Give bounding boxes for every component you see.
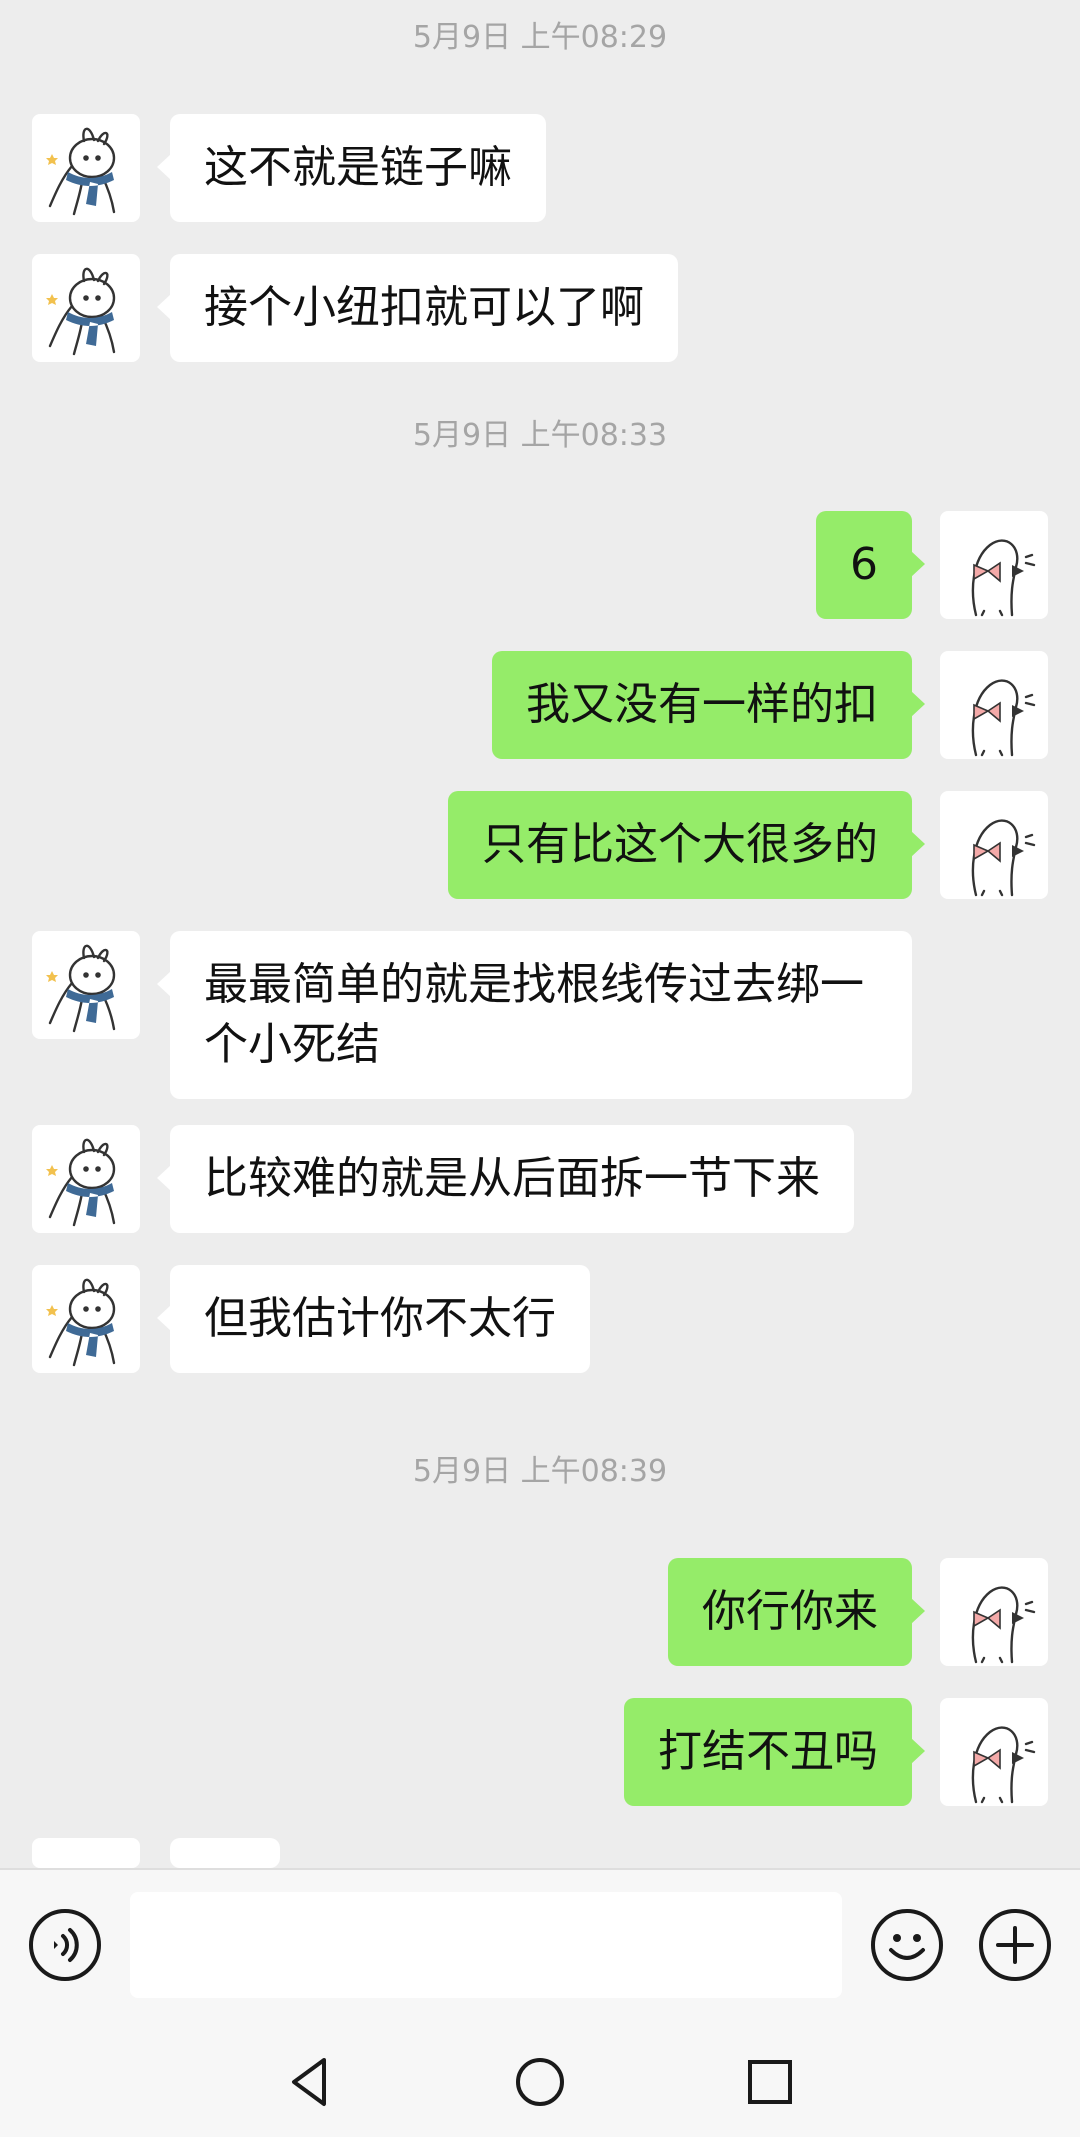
self-avatar[interactable] (940, 651, 1048, 759)
message-bubble-incoming[interactable]: 最最简单的就是找根线传过去绑一 个小死结 (157, 931, 912, 1099)
input-bar (0, 1868, 1080, 2030)
duck-bow-icon (971, 539, 1036, 617)
timestamp: 5月9日 上午08:29 (412, 20, 668, 55)
duck-bow-icon (971, 679, 1036, 757)
message-bubble-outgoing[interactable]: 你行你来 (668, 1558, 925, 1666)
message-bubble-incoming[interactable]: 接个小纽扣就可以了啊 (157, 254, 678, 362)
system-nav-bar (0, 2030, 1080, 2137)
self-avatar[interactable] (940, 1558, 1048, 1666)
bunny-scarf-icon (46, 944, 116, 1033)
message-bubble-outgoing[interactable]: 打结不丑吗 (624, 1698, 925, 1806)
home-button[interactable] (508, 2050, 572, 2114)
message-bubble-incoming[interactable]: 比较难的就是从后面拆一节下来 (157, 1125, 854, 1233)
self-avatar[interactable] (940, 1698, 1048, 1806)
message-bubble-outgoing[interactable]: 我又没有一样的扣 (492, 651, 925, 759)
contact-avatar[interactable] (32, 931, 140, 1039)
recents-button[interactable] (738, 2050, 802, 2114)
contact-avatar[interactable] (32, 254, 140, 362)
emoji-icon (871, 1909, 943, 1981)
contact-avatar[interactable] (32, 1838, 140, 1868)
duck-bow-icon (971, 1586, 1036, 1664)
duck-bow-icon (971, 1726, 1036, 1804)
bunny-scarf-icon (46, 127, 116, 216)
voice-button[interactable] (28, 1908, 102, 1982)
bunny-scarf-icon (46, 267, 116, 356)
recents-square-icon (748, 2060, 792, 2104)
self-avatar[interactable] (940, 791, 1048, 899)
message-bubble-incoming-partial[interactable] (170, 1838, 280, 1868)
timestamp: 5月9日 上午08:33 (412, 418, 668, 453)
message-bubble-incoming[interactable]: 但我估计你不太行 (157, 1265, 590, 1373)
contact-avatar[interactable] (32, 1265, 140, 1373)
voice-icon (29, 1909, 101, 1981)
timestamp: 5月9日 上午08:39 (412, 1454, 668, 1489)
emoji-button[interactable] (870, 1908, 944, 1982)
chat-area[interactable]: 5月9日 上午08:29 这不就是链子嘛 接个小纽扣就可以了啊 5月9日 上午0… (0, 0, 1080, 1868)
home-circle-icon (516, 2058, 564, 2106)
bunny-scarf-icon (46, 1278, 116, 1367)
back-button[interactable] (278, 2050, 342, 2114)
plus-icon (979, 1909, 1051, 1981)
message-bubble-incoming[interactable]: 这不就是链子嘛 (157, 114, 546, 222)
contact-avatar[interactable] (32, 114, 140, 222)
duck-bow-icon (971, 819, 1036, 897)
back-triangle-icon (292, 2058, 326, 2106)
contact-avatar[interactable] (32, 1125, 140, 1233)
message-bubble-outgoing[interactable]: 6 (816, 511, 925, 619)
more-button[interactable] (978, 1908, 1052, 1982)
self-avatar[interactable] (940, 511, 1048, 619)
message-input[interactable] (130, 1892, 842, 1998)
bunny-scarf-icon (46, 1138, 116, 1227)
message-bubble-outgoing[interactable]: 只有比这个大很多的 (448, 791, 925, 899)
